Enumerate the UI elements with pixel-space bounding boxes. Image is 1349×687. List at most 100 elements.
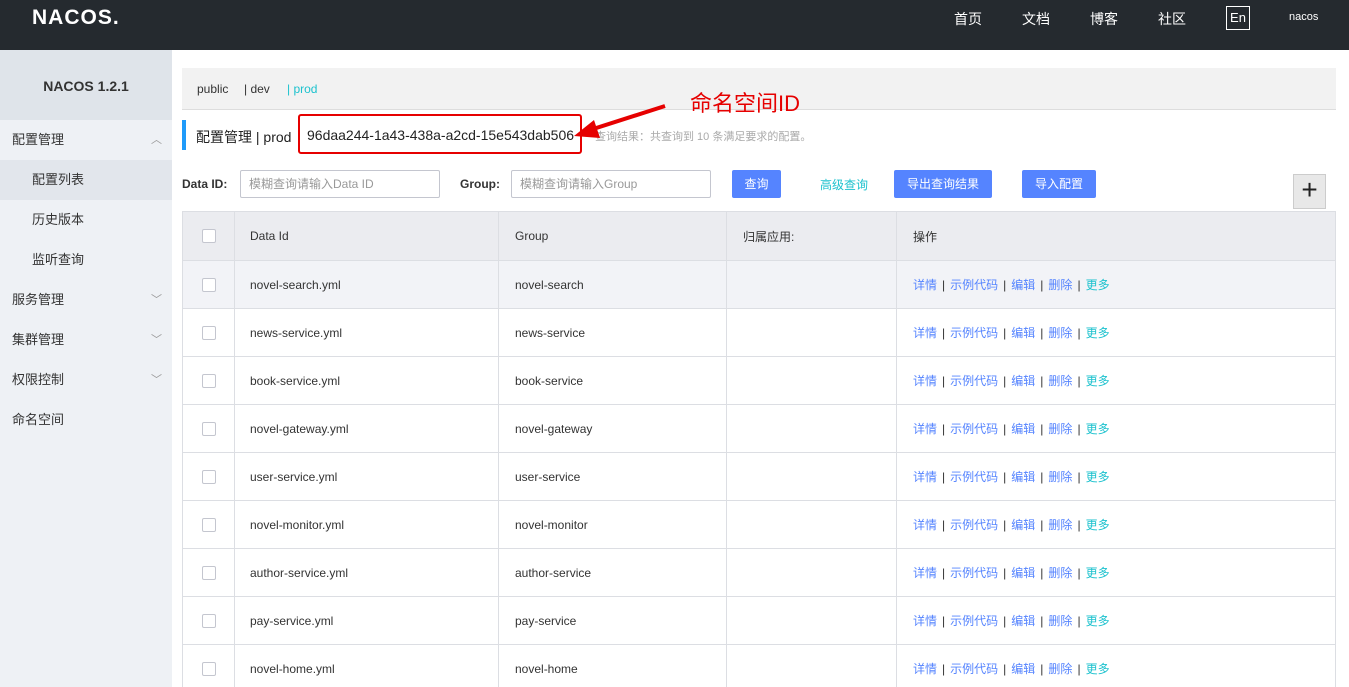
sidebar-item-config-management[interactable]: 配置管理 ︿ xyxy=(0,120,172,160)
more-link[interactable]: 更多 xyxy=(1086,324,1110,341)
delete-link[interactable]: 删除 xyxy=(1048,420,1072,437)
row-checkbox[interactable] xyxy=(201,373,216,388)
nav-community-link[interactable]: 社区 xyxy=(1158,9,1186,29)
sample-code-link[interactable]: 示例代码 xyxy=(950,516,998,533)
sample-code-link[interactable]: 示例代码 xyxy=(950,612,998,629)
row-select-cell xyxy=(183,357,234,404)
details-link[interactable]: 详情 xyxy=(913,564,937,581)
row-checkbox[interactable] xyxy=(201,565,216,580)
more-link[interactable]: 更多 xyxy=(1086,276,1110,293)
details-link[interactable]: 详情 xyxy=(913,612,937,629)
more-link[interactable]: 更多 xyxy=(1086,516,1110,533)
sidebar-item-history[interactable]: 历史版本 xyxy=(0,200,172,240)
chevron-down-icon: ﹀ xyxy=(151,334,162,346)
advanced-query-link[interactable]: 高级查询 xyxy=(820,176,868,193)
row-checkbox[interactable] xyxy=(201,421,216,436)
delete-link[interactable]: 删除 xyxy=(1048,564,1072,581)
more-link[interactable]: 更多 xyxy=(1086,420,1110,437)
more-link[interactable]: 更多 xyxy=(1086,660,1110,677)
sidebar-item-permission-control[interactable]: 权限控制 ﹀ xyxy=(0,360,172,400)
details-link[interactable]: 详情 xyxy=(913,516,937,533)
search-button[interactable]: 查询 xyxy=(732,170,781,198)
sample-code-link[interactable]: 示例代码 xyxy=(950,372,998,389)
edit-link[interactable]: 编辑 xyxy=(1011,516,1035,533)
sample-code-link[interactable]: 示例代码 xyxy=(950,660,998,677)
sample-code-link[interactable]: 示例代码 xyxy=(950,276,998,293)
nav-blog-link[interactable]: 博客 xyxy=(1090,9,1118,29)
group-search-input[interactable] xyxy=(511,170,711,198)
row-checkbox[interactable] xyxy=(201,613,216,628)
row-select-cell xyxy=(183,261,234,308)
delete-link[interactable]: 删除 xyxy=(1048,468,1072,485)
separator: | xyxy=(1077,421,1081,436)
edit-link[interactable]: 编辑 xyxy=(1011,612,1035,629)
select-all-checkbox[interactable] xyxy=(201,229,216,243)
separator: | xyxy=(1003,661,1007,676)
details-link[interactable]: 详情 xyxy=(913,372,937,389)
edit-link[interactable]: 编辑 xyxy=(1011,420,1035,437)
data-id-cell: novel-search.yml xyxy=(234,261,498,308)
edit-link[interactable]: 编辑 xyxy=(1011,660,1035,677)
delete-link[interactable]: 删除 xyxy=(1048,612,1072,629)
nacos-logo[interactable]: NACOS. xyxy=(32,6,120,30)
separator: | xyxy=(1040,469,1044,484)
sidebar-item-cluster-management[interactable]: 集群管理 ﹀ xyxy=(0,320,172,360)
delete-link[interactable]: 删除 xyxy=(1048,276,1072,293)
sample-code-link[interactable]: 示例代码 xyxy=(950,564,998,581)
sample-code-link[interactable]: 示例代码 xyxy=(950,324,998,341)
details-link[interactable]: 详情 xyxy=(913,276,937,293)
row-checkbox[interactable] xyxy=(201,661,216,676)
nav-home-link[interactable]: 首页 xyxy=(954,9,982,29)
separator: | xyxy=(1040,565,1044,580)
sidebar-item-config-list[interactable]: 配置列表 xyxy=(0,160,172,200)
more-link[interactable]: 更多 xyxy=(1086,468,1110,485)
namespace-public-link[interactable]: public xyxy=(197,82,228,96)
namespace-prod-link[interactable]: | prod xyxy=(287,82,317,96)
table-row: novel-gateway.yml novel-gateway 详情 | 示例代码 | 编辑… xyxy=(183,405,1335,453)
export-results-button[interactable]: 导出查询结果 xyxy=(894,170,992,198)
import-config-button[interactable]: 导入配置 xyxy=(1022,170,1096,198)
edit-link[interactable]: 编辑 xyxy=(1011,324,1035,341)
nav-docs-link[interactable]: 文档 xyxy=(1022,9,1050,29)
column-header-app: 归属应用: xyxy=(726,212,896,260)
row-checkbox[interactable] xyxy=(201,325,216,340)
column-header-actions: 操作 xyxy=(896,212,1335,260)
add-config-button[interactable]: + xyxy=(1293,174,1326,209)
separator: | xyxy=(942,373,946,388)
edit-link[interactable]: 编辑 xyxy=(1011,468,1035,485)
delete-link[interactable]: 删除 xyxy=(1048,516,1072,533)
edit-link[interactable]: 编辑 xyxy=(1011,276,1035,293)
sample-code-link[interactable]: 示例代码 xyxy=(950,468,998,485)
more-link[interactable]: 更多 xyxy=(1086,612,1110,629)
language-switch-button[interactable]: En xyxy=(1226,6,1250,30)
delete-link[interactable]: 删除 xyxy=(1048,372,1072,389)
delete-link[interactable]: 删除 xyxy=(1048,324,1072,341)
edit-link[interactable]: 编辑 xyxy=(1011,564,1035,581)
namespace-dev-link[interactable]: | dev xyxy=(244,82,270,96)
details-link[interactable]: 详情 xyxy=(913,420,937,437)
separator: | xyxy=(1003,277,1007,292)
row-checkbox[interactable] xyxy=(201,277,216,292)
top-nav: NACOS. 首页 文档 博客 社区 En nacos xyxy=(0,0,1349,50)
sample-code-link[interactable]: 示例代码 xyxy=(950,420,998,437)
data-id-cell: author-service.yml xyxy=(234,549,498,596)
row-checkbox[interactable] xyxy=(201,469,216,484)
edit-link[interactable]: 编辑 xyxy=(1011,372,1035,389)
user-menu[interactable]: nacos xyxy=(1289,11,1318,23)
details-link[interactable]: 详情 xyxy=(913,468,937,485)
more-link[interactable]: 更多 xyxy=(1086,372,1110,389)
details-link[interactable]: 详情 xyxy=(913,660,937,677)
sidebar-item-service-management[interactable]: 服务管理 ﹀ xyxy=(0,280,172,320)
data-id-search-input[interactable] xyxy=(240,170,440,198)
separator: | xyxy=(1040,325,1044,340)
details-link[interactable]: 详情 xyxy=(913,324,937,341)
row-checkbox[interactable] xyxy=(201,517,216,532)
separator: | xyxy=(1040,661,1044,676)
sidebar-item-namespace[interactable]: 命名空间 xyxy=(0,400,172,440)
more-link[interactable]: 更多 xyxy=(1086,564,1110,581)
delete-link[interactable]: 删除 xyxy=(1048,660,1072,677)
chevron-down-icon: ﹀ xyxy=(151,294,162,306)
sidebar-item-listener-query[interactable]: 监听查询 xyxy=(0,240,172,280)
separator: | xyxy=(1003,373,1007,388)
chevron-down-icon: ﹀ xyxy=(151,374,162,386)
